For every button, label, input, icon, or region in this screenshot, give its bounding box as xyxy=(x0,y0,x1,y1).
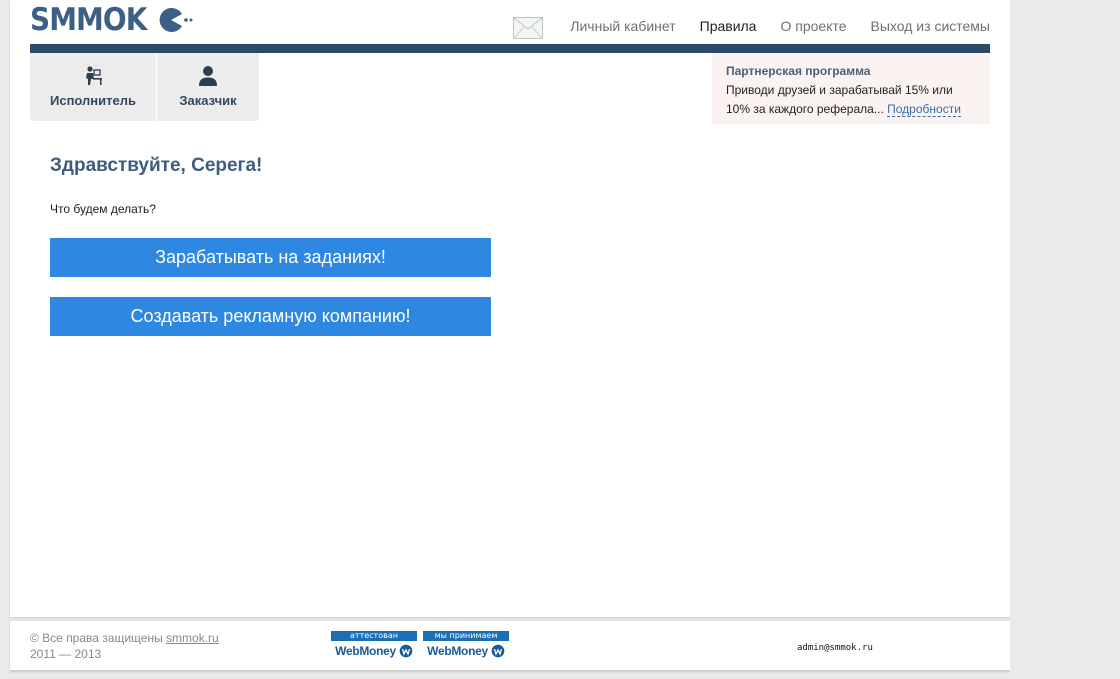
wm-attested-caption: аттестован xyxy=(331,631,417,641)
webmoney-attested-badge[interactable]: аттестован WebMoney xyxy=(331,631,417,661)
earn-on-tasks-button[interactable]: Зарабатывать на заданиях! xyxy=(50,238,491,277)
nav-link-rules[interactable]: Правила xyxy=(700,16,757,36)
partner-details-link[interactable]: Подробности xyxy=(887,102,961,117)
partner-program-title: Партнерская программа xyxy=(726,64,871,78)
role-tabs: Исполнитель Заказчик xyxy=(30,53,259,121)
tab-customer[interactable]: Заказчик xyxy=(156,53,259,121)
pacman-logo-icon xyxy=(160,7,193,32)
top-nav: Личный кабинет Правила О проекте Выход и… xyxy=(513,13,990,39)
user-icon xyxy=(199,66,217,86)
mail-icon[interactable] xyxy=(513,17,544,39)
question-text: Что будем делать? xyxy=(50,202,156,216)
copyright-line: © Все права защищены smmok.ru xyxy=(30,630,219,646)
wm-accept-brand: WebMoney xyxy=(423,641,509,661)
webmoney-accepted-badge[interactable]: мы принимаем WebMoney xyxy=(423,631,509,661)
partner-program-text: Приводи друзей и зарабатывай 15% или 10%… xyxy=(726,81,976,119)
copyright-years: 2011 — 2013 xyxy=(30,647,102,661)
logo-text: SMMOK xyxy=(30,2,147,38)
copyright: © Все права защищены smmok.ru 2011 — 201… xyxy=(30,630,219,662)
copyright-text: © Все права защищены xyxy=(30,631,167,645)
tab-customer-label: Заказчик xyxy=(179,93,237,108)
site-logo[interactable]: SMMOK xyxy=(30,2,193,38)
footer-divider xyxy=(10,617,1010,621)
wm-accept-brand-text: WebMoney xyxy=(427,644,488,658)
header-divider-bar xyxy=(30,44,990,53)
nav-link-about[interactable]: О проекте xyxy=(780,16,846,36)
webmoney-globe-icon xyxy=(399,644,413,658)
create-ad-campaign-button[interactable]: Создавать рекламную компанию! xyxy=(50,297,491,336)
worker-at-desk-icon xyxy=(86,66,102,85)
page-margin xyxy=(1010,0,1120,679)
wm-attested-brand-text: WebMoney xyxy=(335,644,396,658)
nav-link-cabinet[interactable]: Личный кабинет xyxy=(570,16,675,36)
tab-performer[interactable]: Исполнитель xyxy=(30,53,156,121)
admin-email: admin@smmok.ru xyxy=(797,643,873,653)
page-container: SMMOK Личный кабинет Правила О проекте В… xyxy=(10,0,1010,671)
nav-link-logout[interactable]: Выход из системы xyxy=(871,16,990,36)
wm-attested-brand: WebMoney xyxy=(331,641,417,661)
wm-accept-caption: мы принимаем xyxy=(423,631,509,641)
site-link[interactable]: smmok.ru xyxy=(166,631,219,645)
partner-program-box: Партнерская программа Приводи друзей и з… xyxy=(712,54,990,124)
greeting-heading: Здравствуйте, Серега! xyxy=(50,155,263,176)
webmoney-globe-icon xyxy=(491,644,505,658)
tab-performer-label: Исполнитель xyxy=(50,93,136,108)
